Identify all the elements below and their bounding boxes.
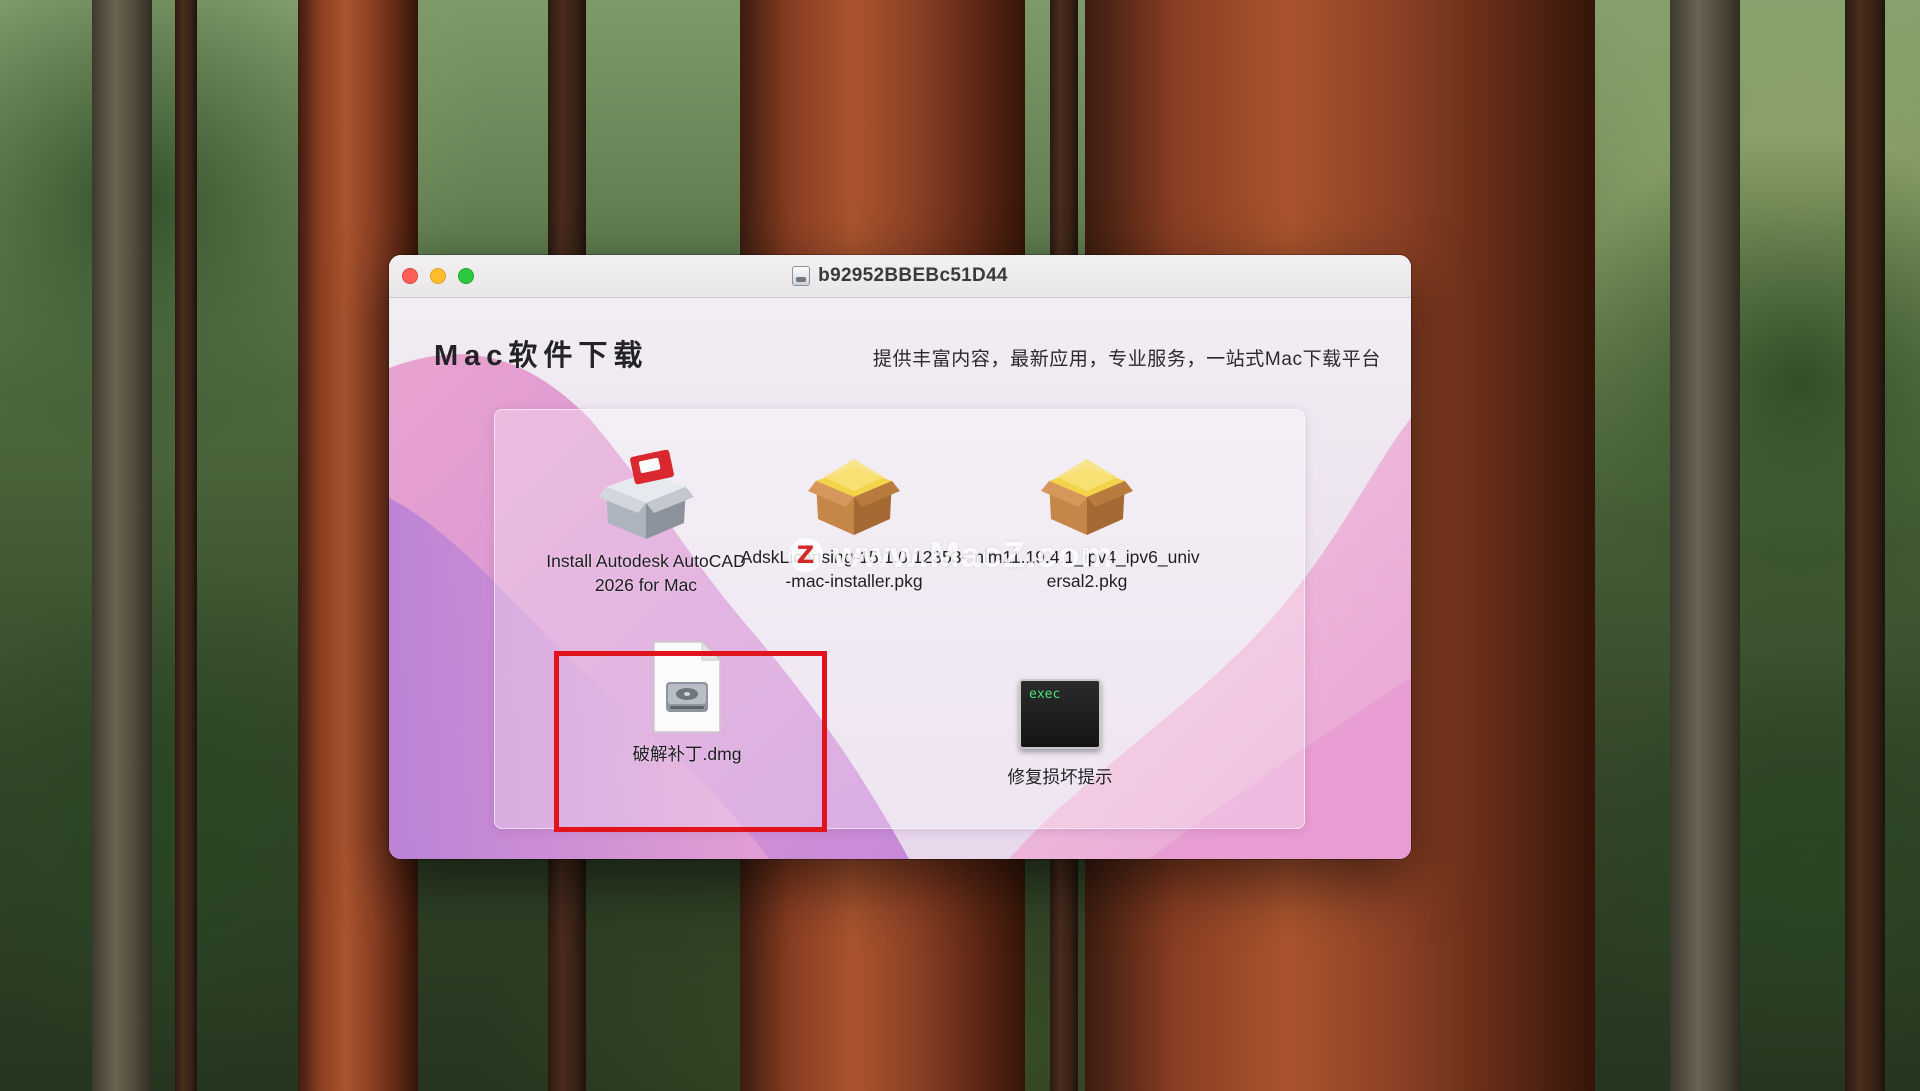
file-item-nlm-pkg[interactable]: nlm11.19.4.1_ipv4_ipv6_univ ersal2.pkg [962,447,1212,593]
file-name-line: Install Autodesk AutoCAD [546,551,746,571]
tree-trunk [175,0,197,1091]
tree-trunk [1845,0,1885,1091]
title-bar[interactable]: b92952BBEBc51D44 [389,255,1411,298]
terminal-exec-icon: exec [1019,679,1101,749]
package-icon [1037,447,1137,537]
file-name-line: 2026 for Mac [594,575,698,595]
disk-image-icon [792,266,811,286]
file-name-label: 破解补丁.dmg [632,744,742,764]
file-item-patch-dmg[interactable]: 破解补丁.dmg [577,640,797,766]
brand-slogan: 提供丰富内容，最新应用，专业服务，一站式Mac下载平台 [872,349,1381,370]
tree-trunk [1670,0,1740,1091]
tree-trunk [92,0,152,1091]
file-item-adsk-licensing-pkg[interactable]: AdskLicensing-15.1.0.12353- -mac-install… [729,447,979,593]
installer-app-icon [596,449,696,541]
window-title-group: b92952BBEBc51D44 [389,255,1411,297]
file-name-label: Install Autodesk AutoCAD 2026 for Mac [546,549,745,597]
exec-icon-text: exec [1029,687,1061,702]
finder-window: b92952BBEBc51D44 Mac软件下载 提供丰富内容，最新应用，专业服… [389,255,1411,859]
disk-image-icon [650,640,724,734]
file-name-line: -mac-installer.pkg [785,571,923,591]
package-icon [804,447,904,537]
file-name-label: 修复损坏提示 [1007,767,1113,787]
files-panel: Install Autodesk AutoCAD 2026 for Mac Ad… [494,409,1305,829]
window-title: b92952BBEBc51D44 [818,265,1008,286]
file-name-line: nlm11.19.4.1_ipv4_ipv6_univ [974,547,1200,567]
file-name-label: AdskLicensing-15.1.0.12353- -mac-install… [741,545,968,593]
file-item-repair-damaged-hint[interactable]: exec 修复损坏提示 [940,679,1180,789]
file-name-line: AdskLicensing-15.1.0.12353- [740,547,968,567]
window-content: Mac软件下载 提供丰富内容，最新应用，专业服务，一站式Mac下载平台 Inst… [389,298,1411,859]
file-name-label: nlm11.19.4.1_ipv4_ipv6_univ ersal2.pkg [974,545,1199,593]
brand-title: Mac软件下载 [434,340,649,372]
file-name-line: ersal2.pkg [1046,571,1128,591]
